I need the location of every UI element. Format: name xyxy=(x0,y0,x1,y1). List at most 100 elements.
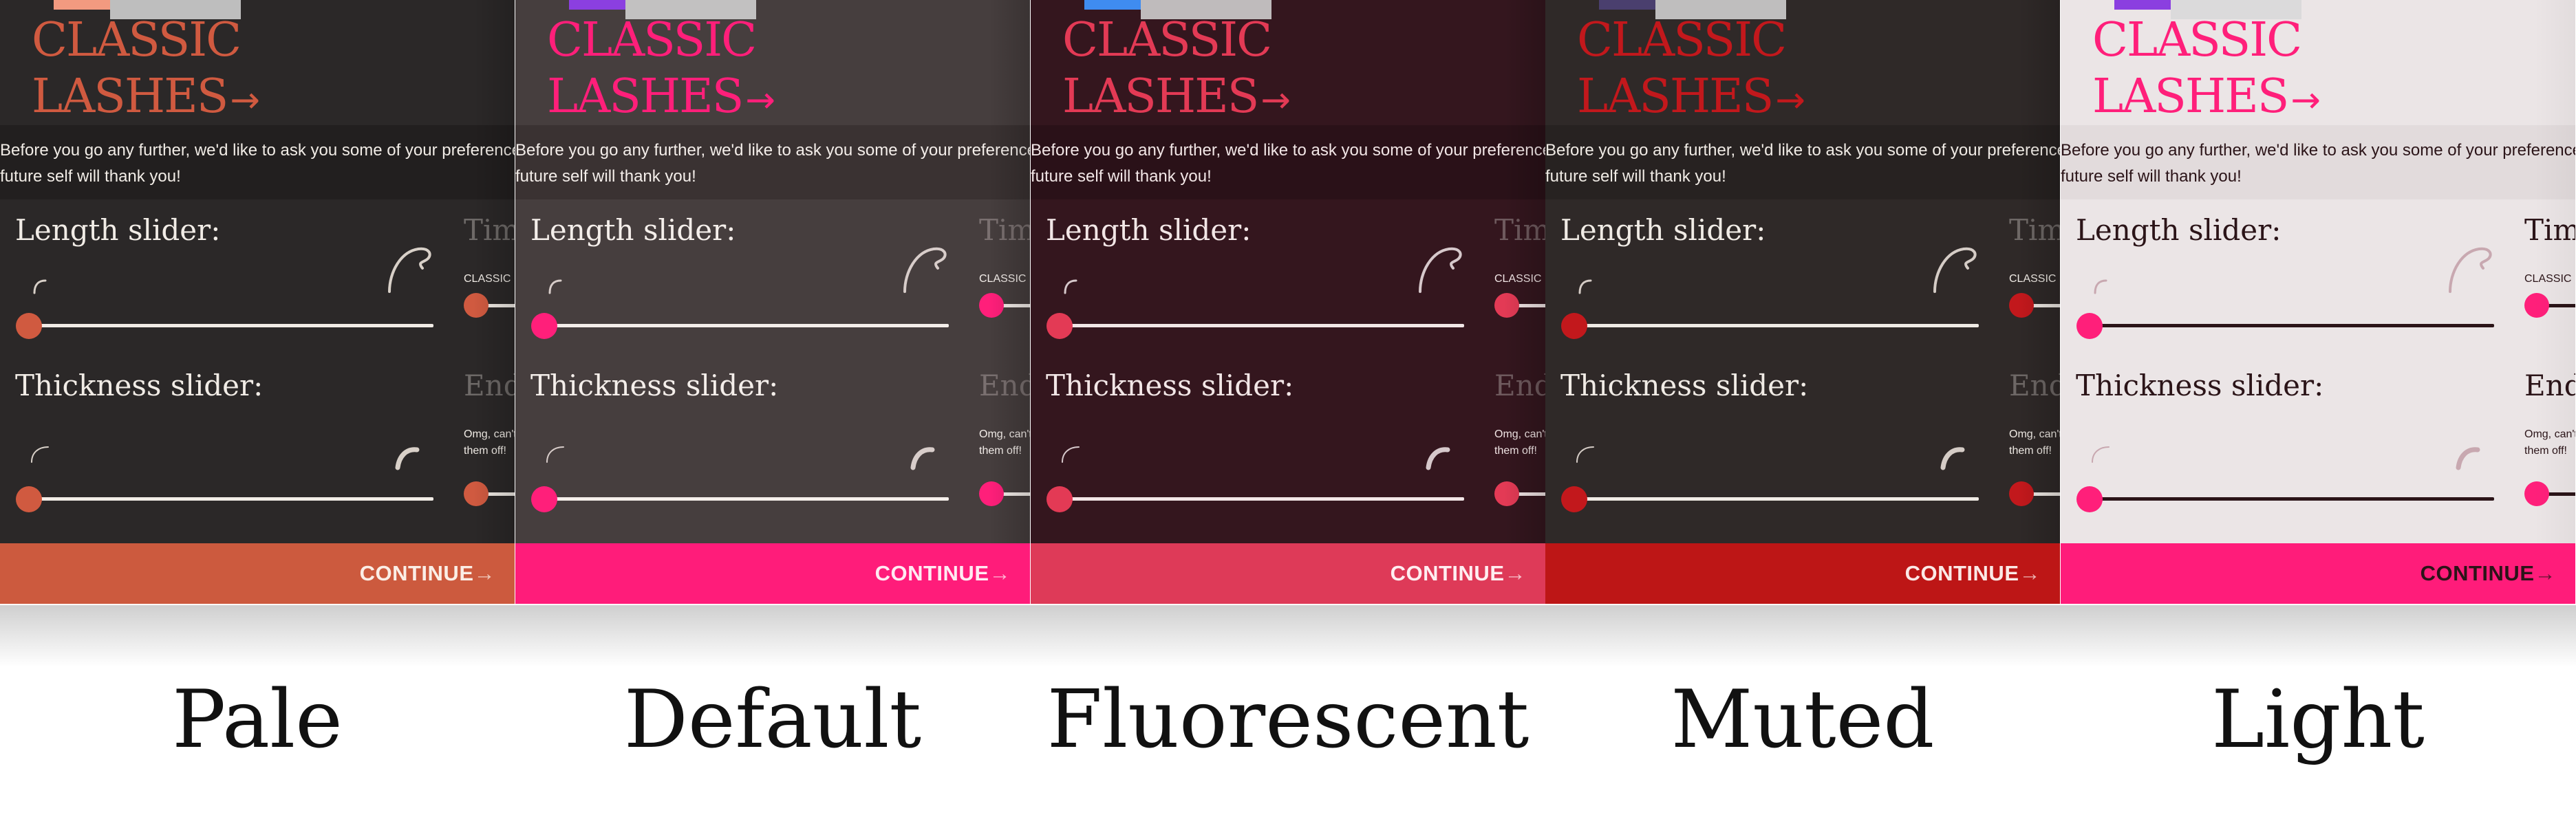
brand-line-1: CLASSIC xyxy=(2092,13,2302,67)
color-swatch xyxy=(1599,0,1655,10)
length-slider-track[interactable] xyxy=(1573,324,1979,327)
arrow-right-icon: → xyxy=(2534,561,2556,585)
thickness-slider-track[interactable] xyxy=(543,497,949,501)
arrow-right-icon: → xyxy=(1504,561,1526,585)
length-slider-label: Length slider: xyxy=(15,213,221,247)
thin-lash-icon xyxy=(2092,446,2110,463)
continue-button[interactable]: CONTINUE→ xyxy=(1031,543,1545,604)
short-lash-icon xyxy=(33,279,47,294)
thickness-slider-handle[interactable] xyxy=(16,486,42,512)
long-lash-icon xyxy=(2449,247,2492,293)
intro-text-line-2: future self will thank you! xyxy=(2061,167,2242,186)
thickness-slider-handle[interactable] xyxy=(1046,486,1073,512)
thickness-slider-track[interactable] xyxy=(1058,497,1464,501)
thickness-slider-label: Thickness slider: xyxy=(530,369,779,402)
thickness-slider-label: Thickness slider: xyxy=(1046,369,1294,402)
continue-button-text: CONTINUE→ xyxy=(1905,560,2041,587)
long-lash-icon xyxy=(388,247,431,293)
panel-edge-shade xyxy=(2534,0,2575,543)
theme-label-fluorescent: Fluorescent xyxy=(1046,673,1530,766)
theme-panel-pale: CLASSIC LASHES→ Before you go any furthe… xyxy=(0,0,515,604)
panel-edge-shade xyxy=(2019,0,2060,543)
length-slider-track[interactable] xyxy=(2088,324,2494,327)
short-lash-icon xyxy=(1578,279,1592,294)
intro-text-line-2: future self will thank you! xyxy=(515,167,696,186)
thickness-slider-label: Thickness slider: xyxy=(2076,369,2324,402)
panel-drop-shadow xyxy=(0,605,2576,667)
continue-label: CONTINUE xyxy=(874,561,989,585)
continue-label: CONTINUE xyxy=(359,561,474,585)
brand-line-2: LASHES xyxy=(1062,69,1259,124)
continue-button-text: CONTINUE→ xyxy=(1391,560,1526,587)
theme-label-light: Light xyxy=(2211,673,2425,766)
theme-panel-muted: CLASSIC LASHES→ Before you go any furthe… xyxy=(1545,0,2060,604)
panel-edge-shade xyxy=(473,0,515,543)
color-swatch xyxy=(54,0,110,10)
thickness-slider-track[interactable] xyxy=(2088,497,2494,501)
length-slider-track[interactable] xyxy=(543,324,949,327)
brand-line-2: LASHES xyxy=(2092,69,2289,124)
short-lash-icon xyxy=(1064,279,1077,294)
intro-text-line-1: Before you go any further, we'd like to … xyxy=(1031,141,1545,160)
length-slider-label: Length slider: xyxy=(1560,213,1766,247)
length-slider-handle[interactable] xyxy=(1046,313,1073,339)
brand-title: CLASSIC LASHES→ xyxy=(547,12,775,129)
arrow-right-icon: → xyxy=(2019,561,2041,585)
length-slider-handle[interactable] xyxy=(1561,313,1587,339)
thick-lash-icon xyxy=(395,447,420,470)
short-lash-icon xyxy=(2094,279,2107,294)
brand-title: CLASSIC LASHES→ xyxy=(1062,12,1291,129)
thick-lash-icon xyxy=(1426,447,1450,470)
brand-title: CLASSIC LASHES→ xyxy=(32,12,260,129)
continue-button[interactable]: CONTINUE→ xyxy=(2061,543,2575,604)
brand-line-2: LASHES xyxy=(32,69,228,124)
length-slider-handle[interactable] xyxy=(2076,313,2103,339)
thickness-slider-track[interactable] xyxy=(28,497,433,501)
panel-edge-shade xyxy=(989,0,1030,543)
theme-label-pale: Pale xyxy=(172,673,343,766)
thickness-slider-handle[interactable] xyxy=(531,486,557,512)
length-slider-handle[interactable] xyxy=(16,313,42,339)
intro-text-line-2: future self will thank you! xyxy=(1031,167,1212,186)
continue-label: CONTINUE xyxy=(2420,561,2535,585)
arrow-right-icon: → xyxy=(473,561,495,585)
arrow-right-icon: → xyxy=(1775,80,1805,121)
brand-title: CLASSIC LASHES→ xyxy=(2092,12,2321,129)
intro-text-line-1: Before you go any further, we'd like to … xyxy=(2061,141,2575,160)
intro-band: Before you go any further, we'd like to … xyxy=(1545,125,2060,199)
continue-button[interactable]: CONTINUE→ xyxy=(1545,543,2060,604)
thick-lash-icon xyxy=(2456,447,2480,470)
color-swatch xyxy=(2114,0,2171,10)
color-swatch xyxy=(1084,0,1141,10)
thick-lash-icon xyxy=(1940,447,1965,470)
thin-lash-icon xyxy=(1576,446,1594,463)
thin-lash-icon xyxy=(1062,446,1080,463)
continue-button[interactable]: CONTINUE→ xyxy=(0,543,515,604)
brand-line-1: CLASSIC xyxy=(1062,13,1272,67)
arrow-right-icon: → xyxy=(2290,80,2321,121)
brand-title: CLASSIC LASHES→ xyxy=(1577,12,1805,129)
color-swatch xyxy=(569,0,625,10)
thickness-slider-handle[interactable] xyxy=(2076,486,2103,512)
continue-label: CONTINUE xyxy=(1390,561,1505,585)
continue-button-text: CONTINUE→ xyxy=(875,560,1011,587)
thin-lash-icon xyxy=(546,446,564,463)
long-lash-icon xyxy=(1419,247,1462,293)
length-slider-label: Length slider: xyxy=(2076,213,2282,247)
arrow-right-icon: → xyxy=(1260,80,1291,121)
brand-line-1: CLASSIC xyxy=(1577,13,1787,67)
theme-label-default: Default xyxy=(623,673,922,766)
intro-text-line-1: Before you go any further, we'd like to … xyxy=(515,141,1030,160)
brand-line-2: LASHES xyxy=(1577,69,1774,124)
intro-text-line-1: Before you go any further, we'd like to … xyxy=(0,141,515,160)
intro-text-line-2: future self will thank you! xyxy=(0,167,181,186)
brand-line-1: CLASSIC xyxy=(547,13,757,67)
thickness-slider-handle[interactable] xyxy=(1561,486,1587,512)
continue-button[interactable]: CONTINUE→ xyxy=(515,543,1030,604)
theme-panel-default: CLASSIC LASHES→ Before you go any furthe… xyxy=(515,0,1030,604)
length-slider-label: Length slider: xyxy=(1046,213,1252,247)
length-slider-handle[interactable] xyxy=(531,313,557,339)
length-slider-track[interactable] xyxy=(1058,324,1464,327)
thickness-slider-track[interactable] xyxy=(1573,497,1979,501)
length-slider-track[interactable] xyxy=(28,324,433,327)
